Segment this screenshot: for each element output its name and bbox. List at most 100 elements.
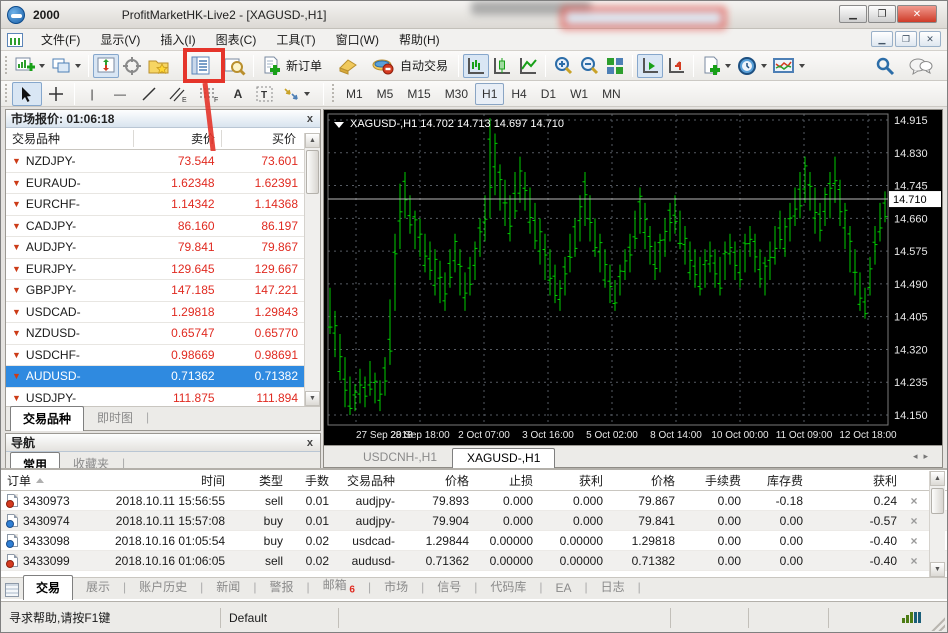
terminal-grip-icon[interactable] bbox=[5, 583, 19, 597]
text-tool-button[interactable]: A bbox=[225, 82, 251, 106]
tab-market-watch-1[interactable]: 交易品种 bbox=[10, 406, 85, 431]
chart-tab-1[interactable]: USDCNH-,H1 bbox=[348, 447, 452, 467]
column-bid[interactable]: 卖价 bbox=[134, 130, 222, 147]
tab-terminal-2[interactable]: 展示 bbox=[73, 574, 123, 599]
column-order[interactable]: 订单 bbox=[1, 472, 109, 489]
close-icon[interactable]: x bbox=[305, 113, 315, 125]
market-watch-row[interactable]: ▼ USDJPY- 111.875 111.894 bbox=[6, 388, 304, 407]
tab-terminal-1[interactable]: 交易 bbox=[23, 575, 74, 600]
indicators-button[interactable] bbox=[698, 54, 734, 78]
menu-v[interactable]: 显示(V) bbox=[90, 31, 150, 49]
data-window-button[interactable] bbox=[119, 54, 145, 78]
vertical-line-tool-button[interactable]: | bbox=[79, 82, 105, 106]
market-watch-row[interactable]: ▼ AUDJPY- 79.841 79.867 bbox=[6, 237, 304, 259]
close-order-icon[interactable]: × bbox=[903, 534, 925, 548]
maximize-button[interactable]: ❐ bbox=[868, 5, 896, 23]
crosshair-tool-button[interactable] bbox=[42, 82, 70, 106]
tab-terminal-8[interactable]: 信号 bbox=[424, 574, 474, 599]
tab-terminal-10[interactable]: EA bbox=[542, 577, 584, 599]
close-icon[interactable]: x bbox=[305, 437, 315, 449]
line-chart-mode-button[interactable] bbox=[515, 54, 541, 78]
market-watch-row[interactable]: ▼ CADJPY- 86.160 86.197 bbox=[6, 216, 304, 237]
column-ask[interactable]: 买价 bbox=[222, 130, 302, 147]
search-icon[interactable] bbox=[875, 56, 895, 76]
tab-terminal-9[interactable]: 代码库 bbox=[477, 574, 539, 599]
close-order-icon[interactable]: × bbox=[903, 554, 925, 568]
timeframe-h4[interactable]: H4 bbox=[504, 83, 533, 105]
market-watch-row[interactable]: ▼ USDCHF- 0.98669 0.98691 bbox=[6, 345, 304, 366]
profiles-button[interactable] bbox=[48, 54, 84, 78]
timeframe-m1[interactable]: M1 bbox=[339, 83, 370, 105]
text-label-tool-button[interactable]: T bbox=[251, 82, 279, 106]
status-profile[interactable]: Default bbox=[221, 607, 339, 628]
timeframe-m15[interactable]: M15 bbox=[400, 83, 437, 105]
market-watch-row[interactable]: ▼ GBPJPY- 147.185 147.221 bbox=[6, 280, 304, 302]
order-row[interactable]: 3430973 2018.10.11 15:56:55 sell 0.01 audjpy… bbox=[1, 491, 947, 511]
tile-windows-button[interactable] bbox=[602, 54, 628, 78]
horizontal-line-tool-button[interactable]: — bbox=[105, 82, 135, 106]
timeframe-w1[interactable]: W1 bbox=[563, 83, 595, 105]
column-commission[interactable]: 手续费 bbox=[681, 472, 747, 489]
menu-f[interactable]: 文件(F) bbox=[31, 31, 90, 49]
new-order-button[interactable]: 新订单 bbox=[258, 54, 328, 78]
market-watch-scrollbar[interactable]: ▲ ▼ bbox=[304, 133, 320, 406]
zoom-out-button[interactable] bbox=[576, 54, 602, 78]
timeframe-m5[interactable]: M5 bbox=[370, 83, 401, 105]
auto-scroll-button[interactable] bbox=[637, 53, 664, 78]
column-symbol[interactable]: 交易品种 bbox=[335, 472, 401, 489]
tab-terminal-6[interactable]: 邮箱 6 bbox=[310, 572, 368, 599]
toolbar-grip[interactable] bbox=[4, 83, 9, 104]
new-chart-button[interactable] bbox=[12, 54, 48, 78]
candlestick-mode-button[interactable] bbox=[489, 54, 515, 78]
scroll-down-icon[interactable]: ▼ bbox=[305, 391, 320, 406]
templates-button[interactable] bbox=[770, 54, 808, 78]
column-swap[interactable]: 库存费 bbox=[747, 472, 809, 489]
scroll-up-icon[interactable]: ▲ bbox=[930, 471, 945, 486]
mdi-restore-button[interactable]: ❐ bbox=[895, 31, 917, 47]
close-order-icon[interactable]: × bbox=[903, 494, 925, 508]
minimize-button[interactable]: ▁ bbox=[839, 5, 867, 23]
column-lots[interactable]: 手数 bbox=[289, 472, 335, 489]
chart-mdi-icon[interactable] bbox=[7, 32, 23, 47]
chart-tab-2[interactable]: XAGUSD-,H1 bbox=[452, 448, 556, 468]
timeframe-d1[interactable]: D1 bbox=[534, 83, 563, 105]
market-watch-toggle-button[interactable] bbox=[93, 53, 119, 78]
zoom-in-button[interactable] bbox=[550, 54, 576, 78]
market-watch-row[interactable]: ▼ NZDUSD- 0.65747 0.65770 bbox=[6, 323, 304, 345]
column-profit[interactable]: 获利 bbox=[809, 472, 903, 489]
market-watch-row[interactable]: ▼ USDCAD- 1.29818 1.29843 bbox=[6, 302, 304, 323]
market-watch-row[interactable]: ▼ NZDJPY- 73.544 73.601 bbox=[6, 151, 304, 173]
toolbar-grip[interactable] bbox=[4, 55, 9, 76]
order-row[interactable]: 3433098 2018.10.16 01:05:54 buy 0.02 usdcad-… bbox=[1, 531, 947, 551]
autotrading-button[interactable]: 自动交易 bbox=[368, 54, 454, 78]
navigator-toggle-button[interactable] bbox=[145, 54, 173, 78]
timeframe-mn[interactable]: MN bbox=[595, 83, 628, 105]
menu-h[interactable]: 帮助(H) bbox=[389, 31, 450, 49]
tab-terminal-5[interactable]: 警报 bbox=[256, 574, 306, 599]
menu-t[interactable]: 工具(T) bbox=[266, 31, 325, 49]
price-chart[interactable]: 27 Sep 201828 Sep 18:00 2 Oct 07:00 3 Oct … bbox=[324, 110, 942, 445]
order-row[interactable]: 3430974 2018.10.11 15:57:08 buy 0.01 audjpy-… bbox=[1, 511, 947, 531]
close-order-icon[interactable]: × bbox=[903, 514, 925, 528]
arrows-tool-button[interactable] bbox=[279, 82, 313, 106]
chart-window[interactable]: 27 Sep 2018 28 Sep 18:00 2 Oct 07:00 3 Oct … bbox=[323, 109, 943, 468]
column-time[interactable]: 时间 bbox=[109, 472, 231, 489]
mdi-close-button[interactable]: ✕ bbox=[919, 31, 941, 47]
market-watch-row[interactable]: ▼ EURAUD- 1.62348 1.62391 bbox=[6, 173, 304, 194]
terminal-scrollbar[interactable]: ▲ ▼ bbox=[929, 471, 945, 577]
timeframe-h1[interactable]: H1 bbox=[475, 82, 505, 105]
scrollbar-thumb[interactable] bbox=[931, 488, 944, 514]
tab-terminal-3[interactable]: 账户历史 bbox=[126, 574, 200, 599]
menu-c[interactable]: 图表(C) bbox=[206, 31, 267, 49]
column-price[interactable]: 价格 bbox=[609, 472, 681, 489]
fibonacci-tool-button[interactable]: F bbox=[193, 82, 225, 106]
market-watch-list-button[interactable] bbox=[187, 54, 215, 78]
column-symbol[interactable]: 交易品种 bbox=[6, 130, 134, 147]
column-tp[interactable]: 获利 bbox=[539, 472, 609, 489]
resize-grip[interactable] bbox=[929, 615, 945, 631]
tab-market-watch-2[interactable]: 即时图 bbox=[84, 405, 146, 430]
cursor-tool-button[interactable] bbox=[12, 81, 42, 106]
trendline-tool-button[interactable] bbox=[135, 82, 163, 106]
column-sl[interactable]: 止损 bbox=[475, 472, 539, 489]
channel-tool-button[interactable]: E bbox=[163, 82, 193, 106]
